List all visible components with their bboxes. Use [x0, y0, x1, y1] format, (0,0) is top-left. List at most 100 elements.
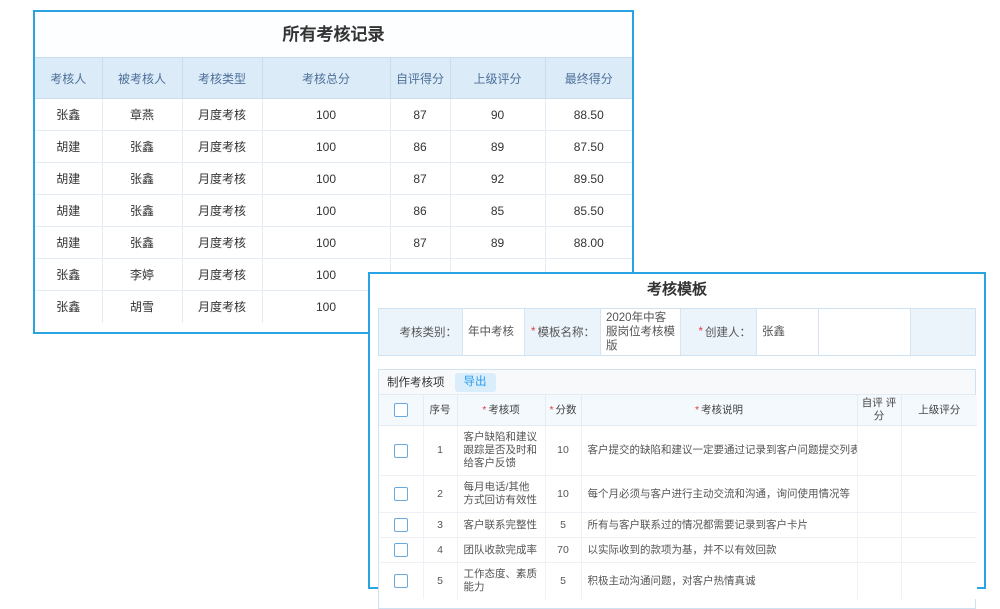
- record-row: 胡建张鑫月度考核100868585.50: [35, 195, 632, 227]
- column-header: 自评得分: [390, 58, 450, 99]
- record-cell: 月度考核: [182, 99, 262, 131]
- row-checkbox[interactable]: [394, 574, 408, 588]
- record-cell: 张鑫: [35, 291, 102, 323]
- superior-score-cell: [901, 513, 977, 538]
- items-section-label: 制作考核项: [387, 374, 445, 390]
- record-cell: 张鑫: [102, 227, 182, 259]
- seq-cell: 4: [423, 538, 457, 563]
- row-checkbox[interactable]: [394, 518, 408, 532]
- record-cell: 88.50: [545, 99, 632, 131]
- seq-cell: 5: [423, 563, 457, 600]
- creator-field[interactable]: 张鑫: [757, 309, 819, 355]
- row-checkbox[interactable]: [394, 543, 408, 557]
- column-header: 最终得分: [545, 58, 632, 99]
- item-row: 2每月电话/其他方式回访有效性10每个月必须与客户进行主动交流和沟通，询问使用情…: [379, 476, 977, 513]
- superior-score-cell: [901, 538, 977, 563]
- column-header: *考核项: [457, 395, 545, 426]
- record-cell: 90: [450, 99, 545, 131]
- item-desc-cell: 积极主动沟通问题，对客户热情真诚: [581, 563, 857, 600]
- items-toolbar: 制作考核项 导出: [379, 370, 975, 395]
- record-cell: 月度考核: [182, 195, 262, 227]
- row-checkbox[interactable]: [394, 487, 408, 501]
- record-cell: 胡建: [35, 131, 102, 163]
- record-cell: 100: [262, 227, 390, 259]
- creator-label: * 创建人：: [681, 309, 757, 355]
- export-button[interactable]: 导出: [455, 373, 496, 392]
- record-cell: 张鑫: [102, 195, 182, 227]
- record-cell: 89.50: [545, 163, 632, 195]
- item-name-cell: 团队收款完成率: [457, 538, 545, 563]
- record-cell: 张鑫: [102, 163, 182, 195]
- required-star: *: [549, 404, 553, 416]
- score-cell: 10: [545, 426, 581, 476]
- column-header: 上级评分: [901, 395, 977, 426]
- superior-score-cell: [901, 426, 977, 476]
- record-cell: 李婷: [102, 259, 182, 291]
- item-row: 4团队收款完成率70以实际收到的款项为基，并不以有效回款: [379, 538, 977, 563]
- item-desc-cell: 每个月必须与客户进行主动交流和沟通，询问使用情况等: [581, 476, 857, 513]
- records-header-row: 考核人被考核人考核类型考核总分自评得分上级评分最终得分: [35, 58, 632, 99]
- item-name-cell: 每月电话/其他方式回访有效性: [457, 476, 545, 513]
- template-form: 考核类别： 年中考核 * 模板名称： 2020年中客服岗位考核模版 * 创建人：…: [378, 308, 976, 356]
- item-row: 5工作态度、素质能力5积极主动沟通问题，对客户热情真诚: [379, 563, 977, 600]
- template-name-label: * 模板名称：: [525, 309, 601, 355]
- column-header: 考核总分: [262, 58, 390, 99]
- record-row: 胡建张鑫月度考核100868987.50: [35, 131, 632, 163]
- record-cell: 月度考核: [182, 163, 262, 195]
- items-header-row: 序号*考核项*分数*考核说明自评 评分上级评分: [379, 395, 977, 426]
- record-cell: 86: [390, 195, 450, 227]
- column-header: 自评 评分: [857, 395, 901, 426]
- score-cell: 5: [545, 563, 581, 600]
- record-cell: 89: [450, 131, 545, 163]
- self-score-cell: [857, 538, 901, 563]
- record-cell: 86: [390, 131, 450, 163]
- record-cell: 100: [262, 131, 390, 163]
- template-name-field[interactable]: 2020年中客服岗位考核模版: [601, 309, 681, 355]
- checkbox-cell: [379, 538, 423, 563]
- self-score-cell: [857, 563, 901, 600]
- score-cell: 5: [545, 513, 581, 538]
- form-empty-cell: [911, 309, 975, 355]
- template-panel: 考核模板 考核类别： 年中考核 * 模板名称： 2020年中客服岗位考核模版 *…: [368, 272, 986, 589]
- score-cell: 10: [545, 476, 581, 513]
- self-score-cell: [857, 513, 901, 538]
- category-label: 考核类别：: [379, 309, 463, 355]
- record-cell: 100: [262, 195, 390, 227]
- record-cell: 92: [450, 163, 545, 195]
- record-cell: 85.50: [545, 195, 632, 227]
- item-row: 1客户缺陷和建议跟踪是否及时和给客户反馈10客户提交的缺陷和建议一定要通过记录到…: [379, 426, 977, 476]
- record-cell: 88.00: [545, 227, 632, 259]
- row-checkbox[interactable]: [394, 444, 408, 458]
- item-desc-cell: 客户提交的缺陷和建议一定要通过记录到客户问题提交列表: [581, 426, 857, 476]
- record-cell: 100: [262, 163, 390, 195]
- template-panel-title: 考核模板: [370, 274, 984, 304]
- column-header: 考核类型: [182, 58, 262, 99]
- record-cell: 87: [390, 99, 450, 131]
- item-desc-cell: 所有与客户联系过的情况都需要记录到客户卡片: [581, 513, 857, 538]
- record-cell: 87: [390, 163, 450, 195]
- record-cell: 月度考核: [182, 259, 262, 291]
- record-cell: 章燕: [102, 99, 182, 131]
- required-star: *: [695, 404, 699, 416]
- item-desc-cell: 以实际收到的款项为基，并不以有效回款: [581, 538, 857, 563]
- self-score-cell: [857, 426, 901, 476]
- column-header: *考核说明: [581, 395, 857, 426]
- column-header: *分数: [545, 395, 581, 426]
- column-header: 上级评分: [450, 58, 545, 99]
- select-all-checkbox[interactable]: [394, 403, 408, 417]
- category-field[interactable]: 年中考核: [463, 309, 525, 355]
- superior-score-cell: [901, 476, 977, 513]
- records-panel-title: 所有考核记录: [35, 12, 632, 57]
- column-header: 被考核人: [102, 58, 182, 99]
- checkbox-cell: [379, 513, 423, 538]
- record-cell: 月度考核: [182, 227, 262, 259]
- seq-cell: 2: [423, 476, 457, 513]
- record-cell: 胡建: [35, 163, 102, 195]
- record-cell: 87: [390, 227, 450, 259]
- item-name-cell: 客户联系完整性: [457, 513, 545, 538]
- record-row: 胡建张鑫月度考核100878988.00: [35, 227, 632, 259]
- checkbox-cell: [379, 426, 423, 476]
- item-name-cell: 工作态度、素质能力: [457, 563, 545, 600]
- record-cell: 月度考核: [182, 131, 262, 163]
- form-empty-cell: [819, 309, 911, 355]
